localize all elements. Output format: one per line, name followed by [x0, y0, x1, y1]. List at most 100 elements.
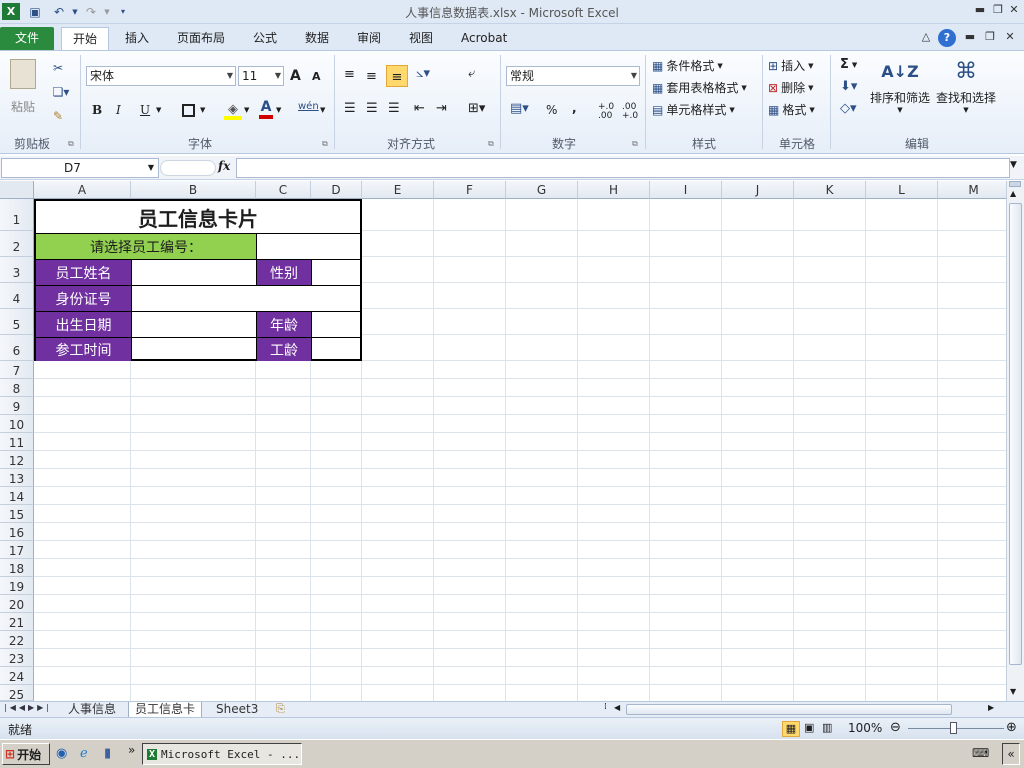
split-handle[interactable]: [1009, 181, 1021, 187]
tab-view[interactable]: 视图: [398, 27, 444, 50]
scroll-left-icon[interactable]: ◀: [614, 703, 620, 712]
vertical-scroll-thumb[interactable]: [1009, 203, 1022, 665]
row-header[interactable]: 20: [0, 595, 34, 613]
column-header[interactable]: L: [866, 181, 938, 199]
worksheet-grid[interactable]: A B C D E F G H I J K L M 1 2 3 4 5 6 7 …: [0, 181, 1006, 701]
fill-icon[interactable]: ⬇▾: [840, 79, 857, 94]
column-header[interactable]: E: [362, 181, 434, 199]
cut-icon[interactable]: ✂: [50, 61, 66, 75]
column-header[interactable]: F: [434, 181, 506, 199]
align-middle-icon[interactable]: ≡: [366, 69, 377, 84]
font-name-combo[interactable]: 宋体 ▼: [86, 66, 236, 86]
tray-expand-button[interactable]: «: [1002, 743, 1020, 765]
sheet-tab-personnel[interactable]: 人事信息: [62, 702, 122, 718]
row-header[interactable]: 19: [0, 577, 34, 595]
font-color-dropdown-icon[interactable]: ▼: [276, 106, 281, 114]
increase-decimal-button[interactable]: +.0 .00: [598, 103, 616, 121]
sheet-nav-arrows-icon[interactable]: |◀◀▶▶|: [4, 703, 52, 712]
row-header[interactable]: 22: [0, 631, 34, 649]
align-left-icon[interactable]: ☰: [344, 101, 356, 116]
employee-id-prompt[interactable]: 请选择员工编号：: [36, 233, 257, 259]
row-header[interactable]: 16: [0, 523, 34, 541]
row-header[interactable]: 25: [0, 685, 34, 701]
age-label[interactable]: 年龄: [257, 311, 312, 337]
row-header[interactable]: 13: [0, 469, 34, 487]
tab-data[interactable]: 数据: [294, 27, 340, 50]
decrease-indent-icon[interactable]: ⇤: [414, 101, 425, 116]
gender-value-cell[interactable]: [312, 259, 360, 285]
grow-font-icon[interactable]: A: [290, 68, 301, 84]
tray-keyboard-icon[interactable]: ⌨: [972, 746, 989, 760]
format-painter-icon[interactable]: ✎: [50, 109, 66, 123]
accounting-format-icon[interactable]: ▤▾: [510, 101, 529, 116]
borders-icon[interactable]: [182, 104, 195, 117]
join-date-value-cell[interactable]: [132, 337, 257, 361]
age-value-cell[interactable]: [312, 311, 360, 337]
customize-qat-icon[interactable]: ▾: [114, 3, 132, 20]
id-number-label[interactable]: 身份证号: [36, 285, 132, 311]
italic-button[interactable]: I: [116, 103, 121, 117]
alignment-launcher-icon[interactable]: ⧉: [488, 139, 494, 149]
row-header[interactable]: 17: [0, 541, 34, 559]
join-date-label[interactable]: 参工时间: [36, 337, 132, 361]
row-header[interactable]: 15: [0, 505, 34, 523]
merge-center-icon[interactable]: ⊞▾: [468, 101, 485, 116]
zoom-out-icon[interactable]: ⊖: [890, 720, 901, 735]
row-header[interactable]: 7: [0, 361, 34, 379]
underline-button[interactable]: U: [140, 103, 150, 117]
zoom-level[interactable]: 100%: [848, 721, 882, 735]
increase-indent-icon[interactable]: ⇥: [436, 101, 447, 116]
row-header[interactable]: 3: [0, 257, 34, 283]
borders-dropdown-icon[interactable]: ▼: [200, 106, 205, 114]
row-header[interactable]: 8: [0, 379, 34, 397]
insert-cells-button[interactable]: ⊞ 插入 ▼: [768, 57, 813, 74]
row-header[interactable]: 9: [0, 397, 34, 415]
font-size-combo[interactable]: 11 ▼: [238, 66, 284, 86]
align-top-icon[interactable]: ≡: [344, 67, 355, 82]
start-button[interactable]: ⊞ 开始: [2, 743, 50, 765]
comma-button[interactable]: ,: [572, 101, 577, 115]
column-header[interactable]: I: [650, 181, 722, 199]
quicklaunch-ie-icon[interactable]: ℯ: [80, 746, 88, 761]
expand-formula-icon[interactable]: ▼: [1010, 160, 1017, 170]
insert-function-icon[interactable]: fx: [218, 159, 230, 173]
autosum-button[interactable]: Σ ▼: [840, 57, 857, 72]
row-header[interactable]: 1: [0, 199, 34, 231]
page-break-view-icon[interactable]: ▥: [822, 721, 832, 734]
tab-formulas[interactable]: 公式: [242, 27, 288, 50]
restore-icon[interactable]: ❐: [990, 3, 1006, 17]
number-format-combo[interactable]: 常规 ▼: [506, 66, 640, 86]
conditional-format-button[interactable]: ▦ 条件格式 ▼: [652, 57, 723, 74]
orientation-icon[interactable]: ⦣▾: [416, 66, 430, 81]
zoom-slider-thumb[interactable]: [950, 722, 957, 734]
formula-input[interactable]: [236, 158, 1010, 178]
row-header[interactable]: 6: [0, 335, 34, 361]
bold-button[interactable]: B: [92, 103, 102, 117]
phonetic-icon[interactable]: wén: [298, 101, 319, 112]
font-launcher-icon[interactable]: ⧉: [322, 139, 328, 149]
copy-icon[interactable]: ❏▾: [50, 85, 72, 99]
seniority-value-cell[interactable]: [312, 337, 360, 361]
name-label[interactable]: 员工姓名: [36, 259, 132, 285]
row-header[interactable]: 18: [0, 559, 34, 577]
row-header[interactable]: 12: [0, 451, 34, 469]
clipboard-launcher-icon[interactable]: ⧉: [68, 139, 74, 149]
row-header[interactable]: 23: [0, 649, 34, 667]
doc-minimize-icon[interactable]: ▬: [962, 30, 978, 44]
horizontal-scroll-thumb[interactable]: [626, 704, 952, 715]
normal-view-icon[interactable]: ▦: [782, 721, 800, 737]
font-color-icon[interactable]: A: [259, 99, 273, 119]
scroll-down-icon[interactable]: ▼: [1010, 687, 1016, 696]
birth-date-label[interactable]: 出生日期: [36, 311, 132, 337]
excel-app-icon[interactable]: X: [2, 3, 20, 20]
row-header[interactable]: 10: [0, 415, 34, 433]
column-header[interactable]: C: [256, 181, 311, 199]
underline-dropdown-icon[interactable]: ▼: [156, 106, 161, 114]
align-bottom-icon[interactable]: ≡: [386, 65, 408, 87]
row-header[interactable]: 2: [0, 231, 34, 257]
tab-split-handle[interactable]: ⁞: [604, 702, 607, 712]
quicklaunch-app-icon[interactable]: ▮: [104, 746, 111, 761]
insert-sheet-icon[interactable]: ⎘: [276, 702, 285, 716]
doc-close-icon[interactable]: ✕: [1002, 30, 1018, 44]
minimize-icon[interactable]: ▬: [972, 3, 988, 17]
